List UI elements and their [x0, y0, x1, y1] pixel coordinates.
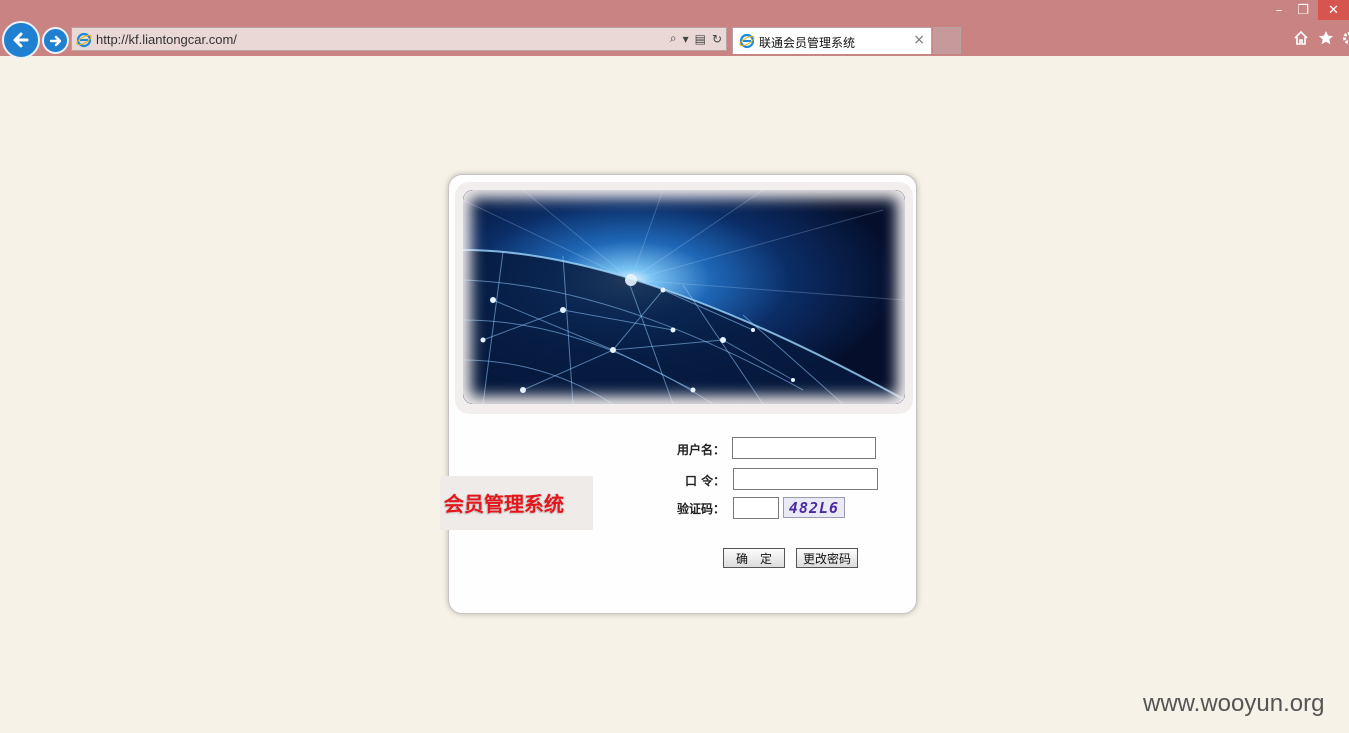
home-icon[interactable] — [1291, 28, 1311, 48]
dropdown-icon[interactable]: ▾ — [683, 32, 689, 46]
banner-vignette — [463, 190, 905, 404]
system-title: 会员管理系统 — [444, 492, 564, 516]
maximize-button[interactable]: ❐ — [1292, 0, 1314, 20]
star-icon[interactable] — [1316, 28, 1336, 48]
arrow-left-icon — [13, 32, 29, 48]
tab-title: 联通会员管理系统 — [759, 36, 856, 50]
search-icon[interactable]: ⌕ — [670, 31, 677, 46]
url-text[interactable]: http://kf.liantongcar.com/ — [96, 32, 237, 47]
tab-close-icon[interactable]: × — [913, 32, 925, 48]
gear-icon[interactable] — [1339, 28, 1349, 48]
confirm-button[interactable]: 确 定 — [723, 548, 785, 568]
refresh-icon[interactable]: ↻ — [712, 32, 722, 46]
address-bar[interactable]: http://kf.liantongcar.com/ ⌕ ▾ ▤ ↻ — [71, 27, 727, 51]
ie-logo-icon — [76, 32, 92, 48]
back-button[interactable] — [2, 21, 40, 59]
compatibility-view-icon[interactable]: ▤ — [695, 32, 706, 46]
password-input[interactable] — [733, 468, 878, 490]
browser-chrome: – ❐ ✕ http://kf.liantongcar.com/ ⌕ ▾ ▤ ↻… — [0, 0, 1349, 59]
new-tab-button[interactable] — [933, 27, 961, 54]
change-password-button[interactable]: 更改密码 — [796, 548, 858, 568]
captcha-image[interactable]: 482L6 — [783, 497, 845, 518]
captcha-label: 验证码： — [677, 502, 726, 516]
password-label: 口 令： — [685, 474, 726, 488]
globe-banner-image — [463, 190, 905, 404]
ie-logo-icon — [739, 33, 755, 49]
close-window-button[interactable]: ✕ — [1318, 0, 1349, 20]
watermark-text: www.wooyun.org — [1143, 690, 1325, 717]
username-input[interactable] — [732, 437, 876, 459]
tab-active[interactable]: 联通会员管理系统 × — [732, 27, 932, 54]
banner-frame — [455, 182, 913, 414]
login-panel: 用户名： 口 令： 验证码： 482L6 确 定 更改密码 — [448, 174, 917, 614]
arrow-right-icon — [49, 35, 61, 46]
username-label: 用户名： — [677, 443, 726, 457]
captcha-input[interactable] — [733, 497, 779, 519]
forward-button[interactable] — [42, 27, 69, 54]
minimize-button[interactable]: – — [1268, 0, 1290, 20]
